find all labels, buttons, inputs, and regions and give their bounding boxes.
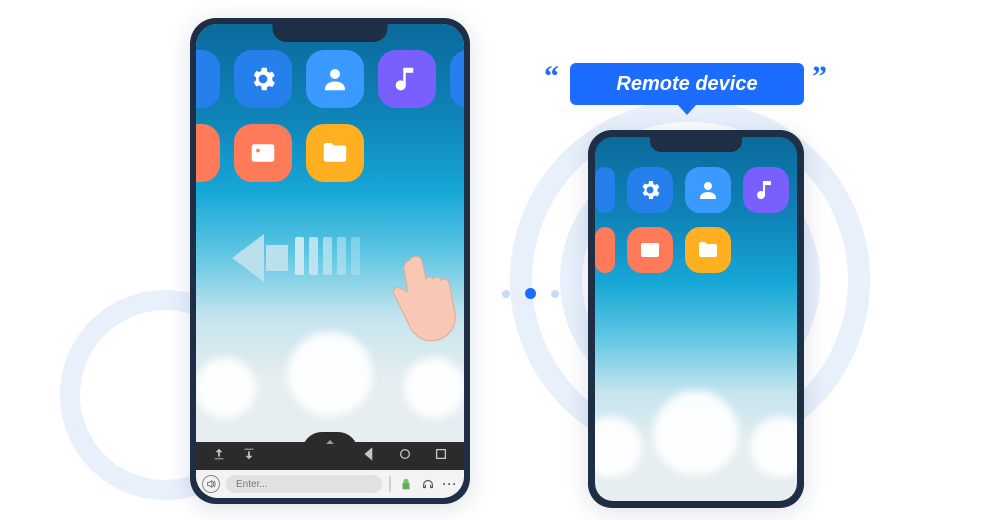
wallpaper: [595, 137, 797, 501]
nav-recent-icon[interactable]: [434, 447, 448, 466]
files-icon[interactable]: [306, 124, 364, 182]
notch: [273, 24, 388, 42]
gallery-icon: [627, 227, 673, 273]
remote-device-label: Remote device: [570, 63, 804, 105]
gallery-icon[interactable]: [234, 124, 292, 182]
divider: |: [388, 475, 392, 493]
remote-device-text: Remote device: [616, 73, 757, 96]
hand-pointer-icon: [384, 252, 464, 352]
swipe-left-indicator-icon: [232, 234, 360, 282]
more-icon[interactable]: ···: [442, 477, 458, 491]
sound-icon[interactable]: [202, 475, 220, 493]
files-icon: [685, 227, 731, 273]
system-nav-bar: [196, 442, 464, 470]
command-input[interactable]: [226, 475, 382, 493]
settings-icon: [595, 167, 615, 213]
settings-icon[interactable]: [234, 50, 292, 108]
remote-screen: [595, 137, 797, 501]
controller-phone: | ···: [190, 18, 470, 504]
controller-screen: | ···: [196, 24, 464, 498]
settings-icon[interactable]: [196, 50, 220, 108]
nav-back-icon[interactable]: [362, 447, 376, 466]
contacts-icon[interactable]: [306, 50, 364, 108]
music-icon: [743, 167, 789, 213]
remote-phone: [588, 130, 804, 508]
music-icon[interactable]: [378, 50, 436, 108]
lock-icon[interactable]: [398, 477, 414, 491]
wallpaper[interactable]: [196, 24, 464, 442]
quote-open-icon: “: [544, 60, 559, 94]
control-toolbar: | ···: [196, 470, 464, 498]
app-partial-icon[interactable]: [450, 50, 464, 108]
nav-home-icon[interactable]: [398, 447, 412, 466]
gallery-icon[interactable]: [196, 124, 220, 182]
headset-icon[interactable]: [420, 477, 436, 491]
settings-icon: [627, 167, 673, 213]
download-icon[interactable]: [242, 447, 256, 466]
notch: [650, 137, 742, 152]
expand-handle-icon[interactable]: [302, 432, 358, 452]
connection-dots-icon: [502, 288, 559, 299]
upload-icon[interactable]: [212, 447, 226, 466]
gallery-icon: [595, 227, 615, 273]
contacts-icon: [685, 167, 731, 213]
quote-close-icon: ”: [812, 60, 827, 94]
cloud-decoration: [595, 391, 797, 501]
